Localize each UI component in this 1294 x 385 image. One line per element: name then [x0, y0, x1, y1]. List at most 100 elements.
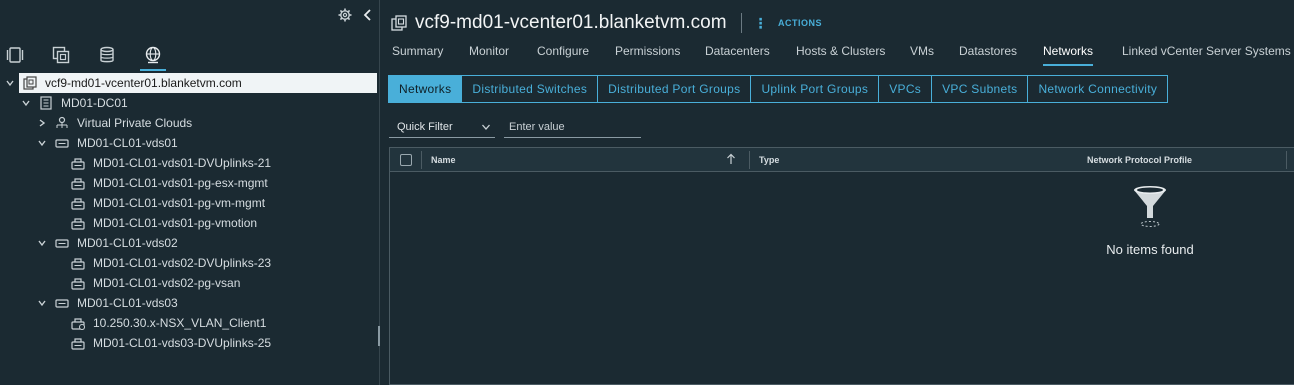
tab-summary[interactable]: Summary [392, 44, 443, 66]
actions-menu-button[interactable]: ⋮ ACTIONS [754, 16, 823, 30]
vcenter-icon [23, 76, 37, 90]
tree-node-label: MD01-CL01-vds02 [77, 236, 178, 250]
quick-filter-label: Quick Filter [397, 121, 453, 133]
inventory-view-switcher [0, 42, 380, 72]
portgroup-icon [71, 196, 85, 210]
vms-templates-icon [52, 46, 70, 64]
tab-hosts-clusters[interactable]: Hosts & Clusters [796, 44, 885, 66]
networking-icon [145, 46, 161, 64]
actions-label: ACTIONS [778, 18, 823, 28]
inventory-toolbar [0, 0, 380, 32]
empty-state: No items found [1090, 184, 1210, 257]
chevron-down-icon [482, 124, 490, 130]
quick-filter-select[interactable]: Quick Filter [389, 117, 495, 138]
tab-permissions[interactable]: Permissions [615, 44, 680, 66]
tree-node-label: MD01-CL01-vds01-pg-vmotion [93, 216, 258, 230]
empty-state-text: No items found [1106, 242, 1194, 257]
subtab-network-connectivity[interactable]: Network Connectivity [1027, 75, 1169, 103]
collapse-pane-icon[interactable] [362, 8, 374, 22]
network-subtabs: Networks Distributed Switches Distribute… [388, 75, 1169, 103]
subtab-distributed-port-groups[interactable]: Distributed Port Groups [597, 75, 752, 103]
tree-node-vds02[interactable]: MD01-CL01-vds02 [37, 233, 178, 253]
column-divider[interactable] [749, 151, 750, 169]
column-header-type[interactable]: Type [759, 155, 779, 165]
hosts-clusters-icon [6, 47, 24, 63]
nsx-portgroup-icon [71, 316, 85, 330]
tree-node-label: Virtual Private Clouds [77, 116, 193, 130]
tree-node-label: MD01-CL01-vds01 [77, 136, 178, 150]
chevron-down-icon[interactable] [37, 298, 47, 308]
tree-node-vpcs[interactable]: Virtual Private Clouds [37, 113, 192, 133]
tree-node-label: MD01-CL01-vds01-pg-esx-mgmt [93, 176, 268, 190]
tree-node-label: MD01-CL01-vds01-pg-vm-mgmt [93, 196, 266, 210]
subtab-uplink-port-groups[interactable]: Uplink Port Groups [750, 75, 880, 103]
filter-value-input[interactable] [504, 117, 641, 138]
tab-datacenters[interactable]: Datacenters [705, 44, 770, 66]
tree-node-portgroup[interactable]: MD01-CL01-vds01-pg-vm-mgmt [71, 193, 265, 213]
object-header: vcf9-md01-vcenter01.blanketvm.com ⋮ ACTI… [391, 10, 822, 36]
header-divider [740, 13, 742, 33]
storage-view-button[interactable] [94, 42, 120, 68]
tree-node-vcenter-label-row[interactable]: vcf9-md01-vcenter01.blanketvm.com [19, 73, 377, 93]
vms-templates-view-button[interactable] [48, 42, 74, 68]
column-header-network-protocol-profile[interactable]: Network Protocol Profile [1087, 155, 1192, 165]
tree-node-vds01[interactable]: MD01-CL01-vds01 [37, 133, 178, 153]
tree-node-datacenter[interactable]: MD01-DC01 [21, 93, 128, 113]
tree-node-vds03[interactable]: MD01-CL01-vds03 [37, 293, 178, 313]
vcenter-icon [391, 15, 407, 31]
chevron-down-icon[interactable] [37, 238, 47, 248]
inventory-pane: vcf9-md01-vcenter01.blanketvm.com MD01-D… [0, 0, 380, 385]
tree-node-label: MD01-CL01-vds03 [77, 296, 178, 310]
chevron-down-icon[interactable] [37, 138, 47, 148]
tree-node-portgroup[interactable]: MD01-CL01-vds03-DVUplinks-25 [71, 333, 271, 353]
networks-datagrid: Name Type Network Protocol Profile No it… [389, 147, 1294, 385]
chevron-right-icon[interactable] [37, 118, 47, 128]
networking-view-button[interactable] [140, 42, 166, 71]
tree-node-label: MD01-CL01-vds03-DVUplinks-25 [93, 336, 272, 350]
tab-monitor[interactable]: Monitor [469, 44, 509, 66]
tab-datastores[interactable]: Datastores [959, 44, 1017, 66]
subtab-vpc-subnets[interactable]: VPC Subnets [931, 75, 1029, 103]
tree-node-portgroup[interactable]: MD01-CL01-vds02-pg-vsan [71, 273, 240, 293]
tree-node-label: MD01-CL01-vds01-DVUplinks-21 [93, 156, 272, 170]
tree-node-label: vcf9-md01-vcenter01.blanketvm.com [45, 76, 242, 90]
tree-node-label: MD01-DC01 [61, 96, 128, 110]
select-all-checkbox[interactable] [400, 154, 412, 166]
subtab-networks[interactable]: Networks [388, 75, 463, 103]
tab-networks[interactable]: Networks [1043, 44, 1094, 66]
gear-icon[interactable] [338, 8, 352, 22]
tree-node-portgroup[interactable]: MD01-CL01-vds01-DVUplinks-21 [71, 153, 271, 173]
tab-vms[interactable]: VMs [910, 44, 934, 66]
pane-resize-handle[interactable] [378, 326, 380, 346]
storage-icon [100, 46, 114, 63]
column-divider[interactable] [1286, 151, 1287, 169]
portgroup-icon [71, 276, 85, 290]
chevron-down-icon[interactable] [5, 78, 15, 88]
content-pane: vcf9-md01-vcenter01.blanketvm.com ⋮ ACTI… [381, 0, 1294, 385]
page-title: vcf9-md01-vcenter01.blanketvm.com [415, 12, 727, 33]
tree-node-portgroup[interactable]: 10.250.30.x-NSX_VLAN_Client1 [71, 313, 266, 333]
datacenter-icon [39, 96, 53, 110]
tree-node-label: MD01-CL01-vds02-DVUplinks-23 [93, 256, 272, 270]
column-divider [421, 151, 422, 169]
distributed-switch-icon [55, 136, 69, 150]
tree-node-label: MD01-CL01-vds02-pg-vsan [93, 276, 241, 290]
tree-node-portgroup[interactable]: MD01-CL01-vds02-DVUplinks-23 [71, 253, 271, 273]
sort-ascending-icon[interactable] [726, 153, 736, 165]
tab-linked-vcenter[interactable]: Linked vCenter Server Systems [1122, 44, 1291, 66]
chevron-down-icon[interactable] [21, 98, 31, 108]
distributed-switch-icon [55, 296, 69, 310]
hosts-clusters-view-button[interactable] [2, 42, 28, 68]
empty-filter-icon [1134, 186, 1166, 227]
tab-configure[interactable]: Configure [537, 44, 589, 66]
portgroup-icon [71, 176, 85, 190]
subtab-vpcs[interactable]: VPCs [878, 75, 933, 103]
column-header-name[interactable]: Name [431, 155, 456, 165]
distributed-switch-icon [55, 236, 69, 250]
portgroup-icon [71, 336, 85, 350]
tree-node-portgroup[interactable]: MD01-CL01-vds01-pg-esx-mgmt [71, 173, 268, 193]
datagrid-header: Name Type Network Protocol Profile [390, 148, 1294, 172]
subtab-distributed-switches[interactable]: Distributed Switches [461, 75, 599, 103]
tree-node-portgroup[interactable]: MD01-CL01-vds01-pg-vmotion [71, 213, 257, 233]
more-vertical-icon: ⋮ [753, 15, 769, 31]
